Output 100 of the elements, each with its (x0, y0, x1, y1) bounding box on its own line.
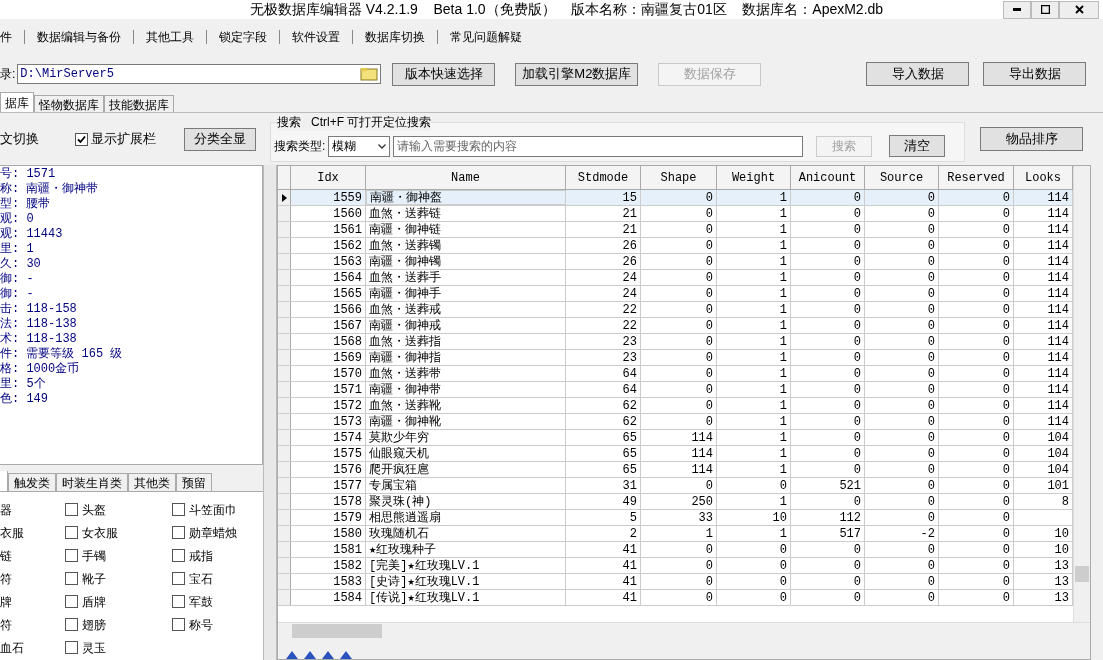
scroll-thumb[interactable] (1075, 566, 1089, 582)
column-header[interactable]: Anicount (791, 166, 865, 189)
path-field[interactable]: D:\MirServer5 (17, 64, 382, 84)
checkbox[interactable] (75, 132, 88, 146)
table-cell: 南疆・御神链 (366, 222, 566, 237)
category-tab[interactable]: 其他类 (128, 473, 176, 491)
search-field[interactable]: 请输入需要搜索的内容 (393, 135, 804, 157)
category-label: 靴子 (82, 570, 106, 588)
table-cell: 65 (566, 446, 641, 461)
close-button[interactable] (1059, 0, 1099, 19)
column-header[interactable]: Shape (641, 166, 717, 189)
horizontal-scrollbar[interactable] (278, 622, 1090, 639)
table-cell: 0 (641, 366, 717, 381)
tab[interactable]: 怪物数据库 (34, 95, 104, 112)
scroll-thumb[interactable] (292, 624, 382, 638)
tab-edge[interactable] (0, 471, 8, 491)
checkbox[interactable] (65, 595, 78, 608)
table-cell: 1573 (291, 414, 366, 429)
menu-item[interactable]: 数据库切换 (365, 28, 425, 46)
category-tab[interactable]: 时装生肖类 (56, 473, 128, 491)
category-tab[interactable]: 触发类 (8, 473, 56, 491)
checkbox[interactable] (172, 526, 185, 539)
vertical-scrollbar[interactable] (1073, 166, 1090, 622)
checkbox[interactable] (65, 641, 78, 654)
table-cell: 114 (641, 430, 717, 445)
navigator-icon[interactable] (286, 651, 298, 659)
table-cell: 1578 (291, 494, 366, 509)
category-label: 血石 (0, 639, 24, 657)
column-header[interactable]: Reserved (939, 166, 1014, 189)
table-cell: 0 (865, 462, 939, 477)
category-label: 军鼓 (189, 593, 213, 611)
info-line: 件: 需要等级 165 级 (0, 347, 124, 362)
column-header[interactable]: Name (366, 166, 566, 189)
data-button[interactable]: 导出数据 (983, 62, 1086, 86)
column-header[interactable]: Weight (717, 166, 791, 189)
table-cell: [完美]★红玫瑰LV.1 (366, 558, 566, 573)
table-cell: 112 (791, 510, 865, 525)
menu-item[interactable]: 数据编辑与备份 (37, 28, 121, 46)
table-cell: 1 (717, 526, 791, 541)
row-header[interactable] (278, 190, 291, 205)
toolbar-button[interactable]: 版本快速选择 (392, 62, 496, 86)
data-button[interactable]: 导入数据 (866, 62, 969, 86)
table-cell: 1566 (291, 302, 366, 317)
menu-item[interactable]: 软件设置 (292, 28, 340, 46)
menu-item[interactable]: 件 (0, 28, 12, 46)
checkbox[interactable] (172, 618, 185, 631)
checkbox[interactable] (172, 503, 185, 516)
table-cell: 1559 (291, 190, 366, 205)
navigator-icon[interactable] (340, 651, 352, 659)
table-cell: 0 (939, 254, 1014, 269)
column-header[interactable]: Stdmode (566, 166, 641, 189)
minimize-button[interactable] (1003, 0, 1031, 19)
table-cell: 2 (566, 526, 641, 541)
table-cell: 0 (641, 286, 717, 301)
folder-icon[interactable] (360, 67, 379, 81)
table-cell: 0 (791, 238, 865, 253)
checkbox[interactable] (65, 549, 78, 562)
checkbox[interactable] (65, 618, 78, 631)
table-cell: 1574 (291, 430, 366, 445)
checkbox[interactable] (172, 572, 185, 585)
checkbox[interactable] (172, 595, 185, 608)
menu-item[interactable]: 锁定字段 (219, 28, 267, 46)
checkbox[interactable] (65, 572, 78, 585)
table-cell: 1 (717, 254, 791, 269)
checkbox[interactable] (65, 503, 78, 516)
search-legend: 搜索 Ctrl+F 可打开定位搜索 (277, 113, 432, 131)
checkbox[interactable] (65, 526, 78, 539)
table-cell: 1 (717, 398, 791, 413)
table-cell: 1 (717, 446, 791, 461)
table-cell: 血煞・送葬戒 (366, 302, 566, 317)
tab[interactable]: 据库 (0, 92, 34, 112)
table-cell: 0 (865, 318, 939, 333)
table-cell: 0 (939, 462, 1014, 477)
table-cell: 0 (791, 382, 865, 397)
menu-item[interactable]: 常见问题解疑 (450, 28, 522, 46)
checkbox[interactable] (172, 549, 185, 562)
table-cell: 0 (939, 510, 1014, 525)
search-type-label: 搜索类型: (274, 138, 326, 155)
toolbar-button[interactable]: 加载引擎M2数据库 (515, 62, 639, 86)
clear-button[interactable]: 清空 (889, 135, 946, 157)
table-cell: 0 (865, 494, 939, 509)
table-cell: 0 (865, 590, 939, 605)
table-cell: 0 (791, 334, 865, 349)
column-header[interactable]: Idx (291, 166, 366, 189)
navigator-icon[interactable] (322, 651, 334, 659)
table-cell: 0 (939, 238, 1014, 253)
table-cell: 南疆・御神指 (366, 350, 566, 365)
sort-button[interactable]: 物品排序 (980, 127, 1083, 151)
table-cell: 1579 (291, 510, 366, 525)
show-all-button[interactable]: 分类全显 (184, 127, 256, 151)
menu-item[interactable]: 其他工具 (146, 28, 194, 46)
category-tab[interactable]: 预留 (176, 473, 212, 491)
tab[interactable]: 技能数据库 (104, 95, 174, 112)
maximize-button[interactable] (1031, 0, 1059, 19)
search-type-dropdown[interactable]: 模糊 (328, 135, 391, 157)
navigator-icon[interactable] (304, 651, 316, 659)
info-line: 法: 118-138 (0, 317, 78, 332)
column-header[interactable]: Source (865, 166, 939, 189)
table-cell: 0 (865, 206, 939, 221)
table-cell: 41 (566, 558, 641, 573)
